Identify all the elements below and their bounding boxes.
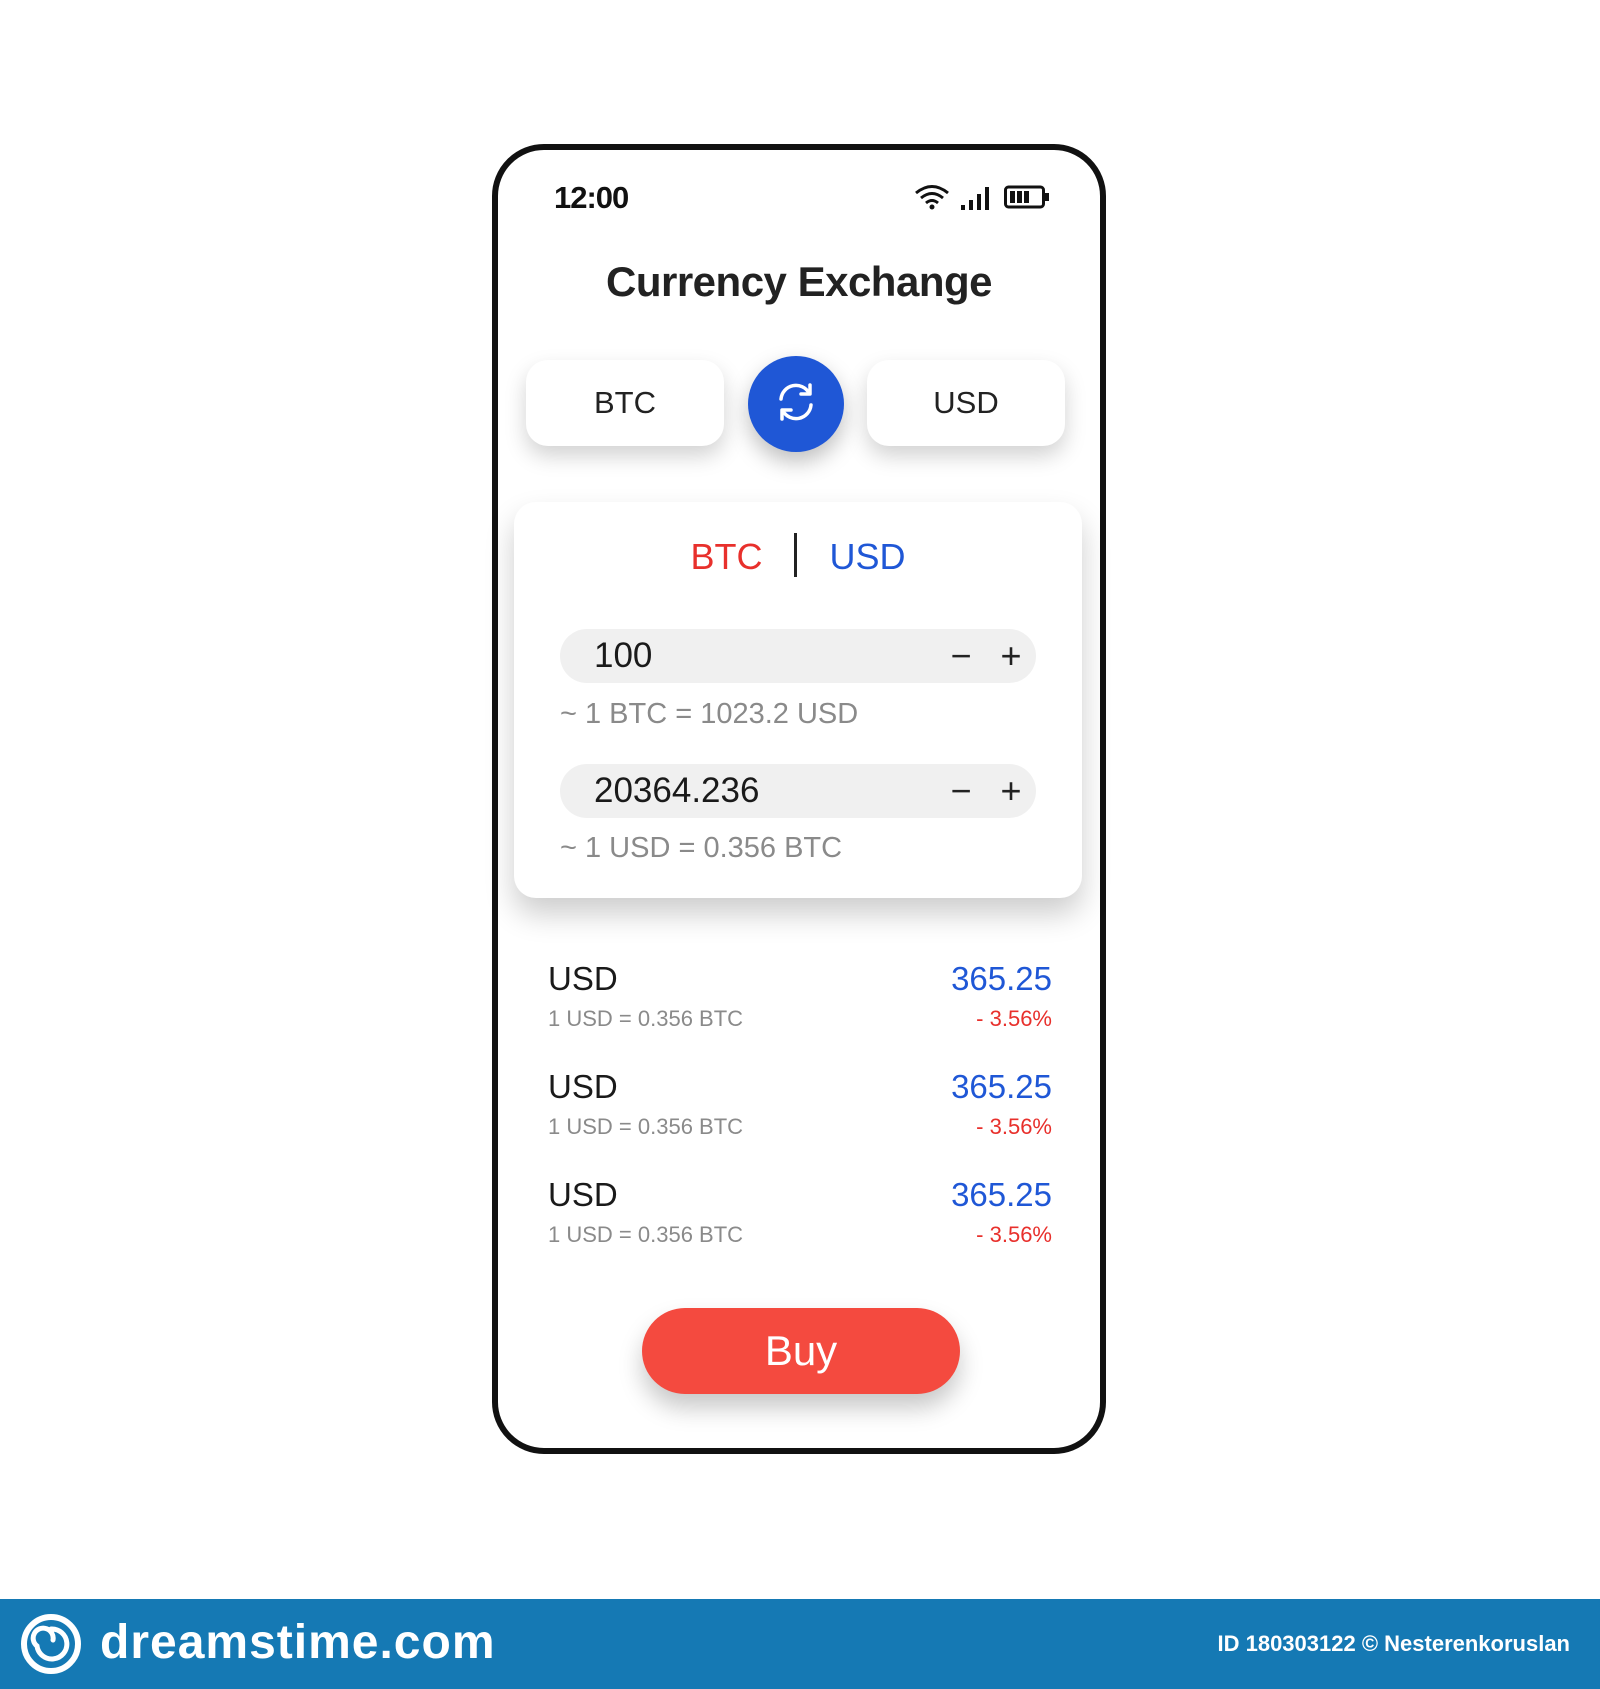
from-amount-input[interactable]: 100 — [594, 636, 936, 676]
list-item[interactable]: USD 1 USD = 0.356 BTC 365.25 - 3.56% — [548, 960, 1052, 1068]
status-icons — [914, 184, 1050, 215]
wifi-icon — [914, 184, 950, 215]
phone-frame: 12:00 Currency Exchange BTC USD BTC USD … — [492, 144, 1106, 1454]
list-item-change: - 3.56% — [976, 1006, 1052, 1031]
to-rate-text: ~ 1 USD = 0.356 BTC — [560, 832, 843, 864]
list-item-price: 365.25 — [951, 1068, 1052, 1105]
footer-brand[interactable]: dreamstime.com — [100, 1615, 496, 1670]
status-time: 12:00 — [554, 180, 629, 215]
list-item-price: 365.25 — [951, 960, 1052, 997]
to-increment-button[interactable]: + — [986, 773, 1036, 809]
to-amount-field: 20364.236 − + — [560, 764, 1036, 818]
currency-pair: BTC USD — [514, 533, 1082, 581]
list-item-price: 365.25 — [951, 1176, 1052, 1213]
converter-card: BTC USD 100 − + ~ 1 BTC = 1023.2 USD 2036… — [514, 502, 1082, 898]
from-currency-button[interactable]: BTC — [526, 360, 724, 446]
rates-list: USD 1 USD = 0.356 BTC 365.25 - 3.56% USD… — [548, 960, 1052, 1284]
list-item-rate: 1 USD = 0.356 BTC — [548, 1222, 744, 1247]
list-item-currency: USD — [548, 1068, 618, 1105]
list-item-rate: 1 USD = 0.356 BTC — [548, 1114, 744, 1139]
list-item[interactable]: USD 1 USD = 0.356 BTC 365.25 - 3.56% — [548, 1176, 1052, 1284]
to-decrement-button[interactable]: − — [936, 773, 986, 809]
pair-from[interactable]: BTC — [690, 536, 762, 577]
list-item-change: - 3.56% — [976, 1114, 1052, 1139]
pair-to[interactable]: USD — [829, 536, 905, 577]
list-item[interactable]: USD 1 USD = 0.356 BTC 365.25 - 3.56% — [548, 1068, 1052, 1176]
from-decrement-button[interactable]: − — [936, 638, 986, 674]
page-title: Currency Exchange — [606, 258, 993, 305]
to-currency-button[interactable]: USD — [867, 360, 1065, 446]
list-item-currency: USD — [548, 960, 618, 997]
swap-currencies-button[interactable] — [748, 356, 844, 452]
from-rate-text: ~ 1 BTC = 1023.2 USD — [560, 698, 859, 730]
dreamstime-logo-icon — [20, 1613, 82, 1680]
signal-icon — [960, 184, 994, 215]
list-item-rate: 1 USD = 0.356 BTC — [548, 1006, 744, 1031]
from-amount-field: 100 − + — [560, 629, 1036, 683]
footer-credit: ID 180303122 © Nesterenkoruslan — [1217, 1631, 1570, 1656]
list-item-currency: USD — [548, 1176, 618, 1213]
to-amount-input[interactable]: 20364.236 — [594, 771, 936, 811]
from-increment-button[interactable]: + — [986, 638, 1036, 674]
swap-icon — [771, 377, 821, 432]
pair-divider — [794, 533, 798, 578]
battery-icon — [1004, 184, 1050, 215]
list-item-change: - 3.56% — [976, 1222, 1052, 1247]
buy-button[interactable]: Buy — [642, 1308, 960, 1394]
footer-bar: dreamstime.com ID 180303122 © Nesterenko… — [0, 1599, 1600, 1689]
